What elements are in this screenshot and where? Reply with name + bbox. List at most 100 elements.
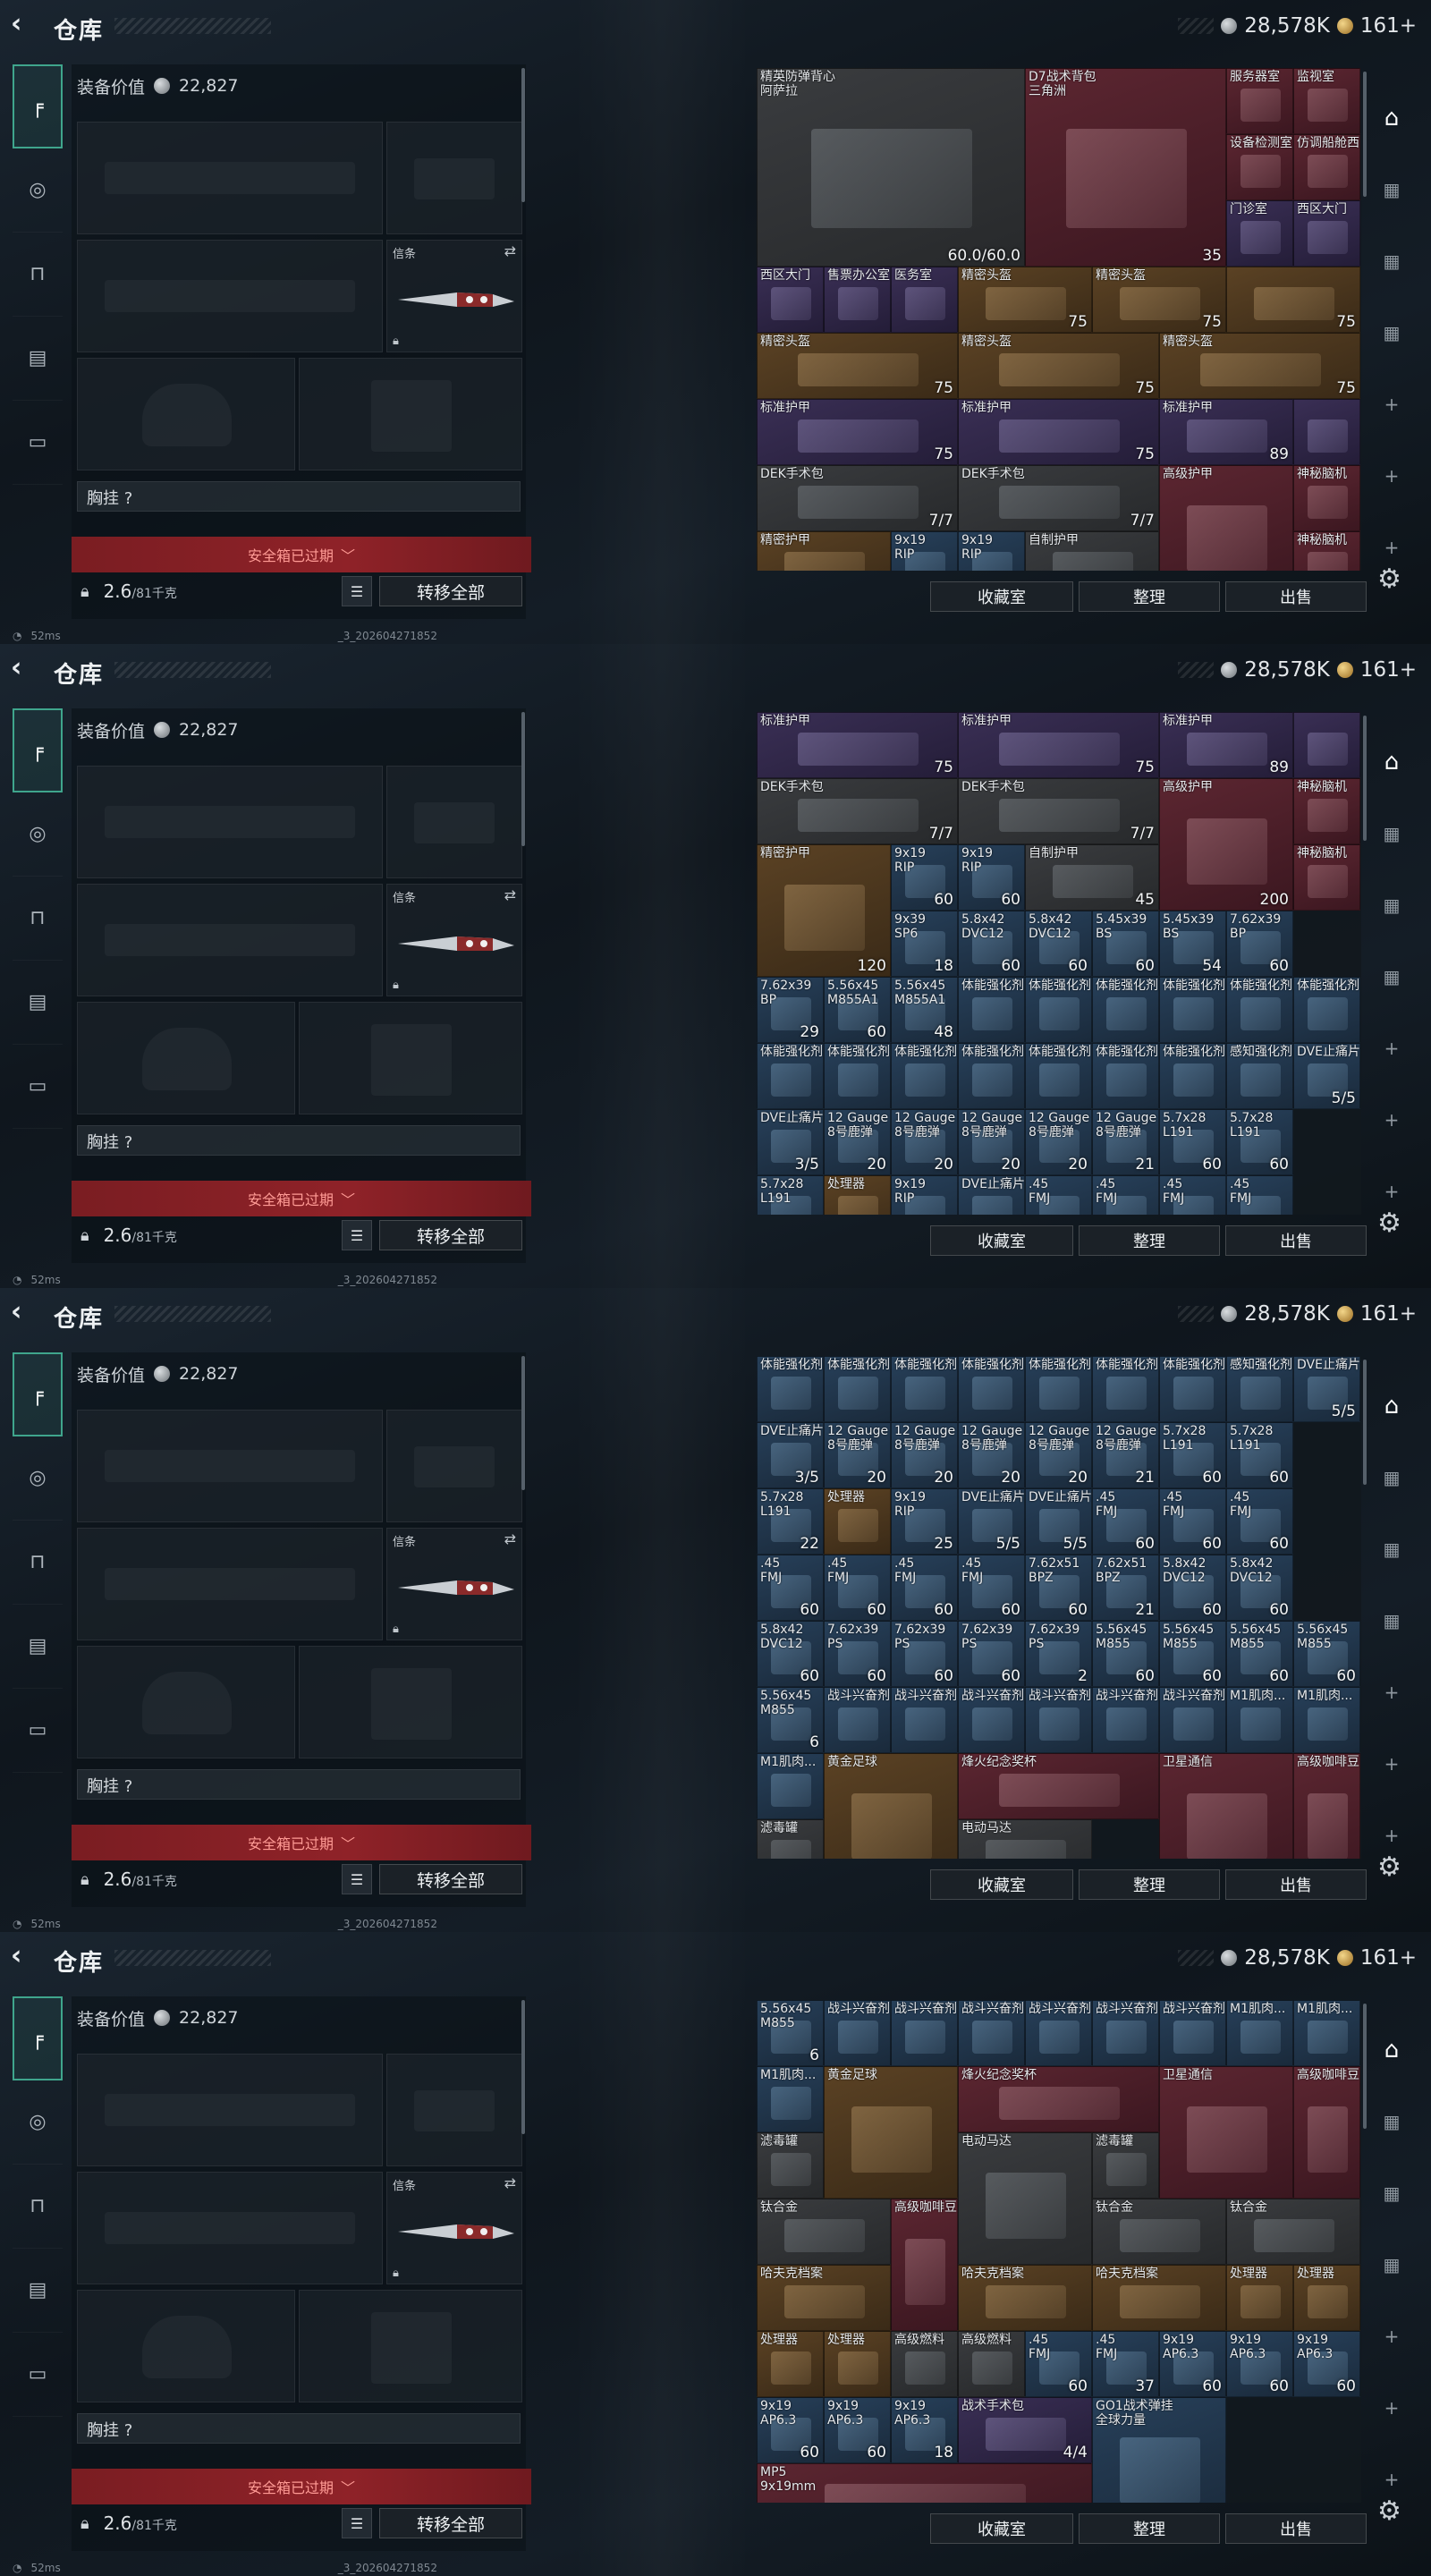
inventory-item[interactable]: 7.62x39 PS 60 bbox=[958, 1621, 1025, 1687]
inventory-item[interactable]: 体能强化剂 bbox=[1293, 977, 1360, 1043]
inventory-item[interactable]: 体能强化剂 bbox=[1092, 977, 1159, 1043]
storage-page-3-icon[interactable]: ▦ bbox=[1374, 869, 1410, 941]
inventory-item[interactable]: DVE止痛片 bbox=[958, 1175, 1025, 1215]
tab-briefcase[interactable]: ▭ bbox=[13, 2333, 63, 2417]
inventory-item[interactable]: 标准护甲 89 bbox=[1159, 712, 1293, 778]
sort-button[interactable]: 整理 bbox=[1079, 2513, 1220, 2544]
inventory-item[interactable]: 体能强化剂 bbox=[1092, 1043, 1159, 1109]
chest-rig-slot[interactable]: 胸挂 ? bbox=[77, 481, 521, 512]
tab-helmet[interactable]: ◎ bbox=[13, 1436, 63, 1521]
inventory-item[interactable]: 9x19 AP6.3 60 bbox=[1159, 2331, 1226, 2397]
inventory-item[interactable]: 神秘脑机 bbox=[1293, 465, 1360, 531]
storage-page-3-icon[interactable]: ▦ bbox=[1374, 2157, 1410, 2229]
inventory-item[interactable]: 5.8x42 DVC12 60 bbox=[1025, 911, 1092, 977]
inventory-item[interactable]: 售票办公室 bbox=[824, 267, 891, 333]
inventory-item[interactable]: 黄金足球 bbox=[824, 2066, 958, 2199]
inventory-item[interactable]: 5.7x28 L191 60 bbox=[1159, 1422, 1226, 1488]
inventory-item[interactable]: 精密头盔 75 bbox=[1159, 333, 1360, 399]
storage-page-3-icon[interactable]: ▦ bbox=[1374, 225, 1410, 297]
inventory-item[interactable]: 9x19 RIP 60 bbox=[958, 844, 1025, 911]
inventory-item[interactable]: M1肌肉... bbox=[1293, 1687, 1360, 1753]
melee-slot[interactable]: 信条 ⇄ 🔒︎ bbox=[386, 884, 522, 996]
tab-clipboard[interactable]: ▤ bbox=[13, 2249, 63, 2333]
tab-briefcase[interactable]: ▭ bbox=[13, 401, 63, 485]
inventory-item[interactable]: 钛合金 bbox=[757, 2199, 891, 2265]
inventory-item[interactable]: M1肌肉... bbox=[1226, 1687, 1293, 1753]
inventory-item[interactable]: 高级护甲 200 bbox=[1159, 778, 1293, 911]
inventory-item[interactable]: 9x19 RIP 60 bbox=[891, 844, 958, 911]
primary-weapon-slot[interactable] bbox=[77, 122, 383, 234]
storage-page-4-icon[interactable]: ▦ bbox=[1374, 297, 1410, 369]
tab-helmet[interactable]: ◎ bbox=[13, 792, 63, 877]
tab-helmet[interactable]: ◎ bbox=[13, 148, 63, 233]
inventory-item[interactable]: 体能强化剂 bbox=[757, 1356, 824, 1422]
inventory-item[interactable]: 战斗兴奋剂 bbox=[891, 1687, 958, 1753]
collection-room-button[interactable]: 收藏室 bbox=[930, 1869, 1073, 1900]
inventory-item[interactable]: 精密头盔 75 bbox=[958, 267, 1092, 333]
add-storage-icon[interactable]: + bbox=[1374, 1657, 1410, 1728]
inventory-item[interactable]: 服务器室 bbox=[1226, 68, 1293, 134]
primary-weapon-slot[interactable] bbox=[77, 1410, 383, 1522]
inventory-item[interactable]: MP5 9x19mm bbox=[757, 2463, 1092, 2503]
inventory-item[interactable]: 12 Gauge 8号鹿弹 20 bbox=[958, 1422, 1025, 1488]
inventory-item[interactable]: 感知强化剂 bbox=[1226, 1043, 1293, 1109]
pistol-slot[interactable] bbox=[386, 766, 522, 878]
inventory-item[interactable]: 烽火纪念奖杯 bbox=[958, 2066, 1159, 2132]
inventory-item[interactable]: 5.7x28 L191 60 bbox=[1226, 1422, 1293, 1488]
inventory-item[interactable]: 9x19 AP6.3 60 bbox=[824, 2397, 891, 2463]
chest-rig-slot[interactable]: 胸挂 ? bbox=[77, 2413, 521, 2444]
tab-briefcase[interactable]: ▭ bbox=[13, 1045, 63, 1129]
inventory-item[interactable]: 处理器 bbox=[824, 1175, 891, 1215]
add-storage-icon[interactable]: + bbox=[1374, 2301, 1410, 2372]
warehouse-scrollbar[interactable] bbox=[1363, 716, 1367, 841]
gear-icon[interactable]: ⚙ bbox=[1377, 2496, 1401, 2527]
sell-button[interactable]: 出售 bbox=[1225, 1225, 1367, 1256]
inventory-item[interactable]: GO1战术弹挂 全球力量 bbox=[1092, 2397, 1226, 2503]
inventory-item[interactable]: .45 FMJ 60 bbox=[1159, 1488, 1226, 1555]
add-storage-icon[interactable]: + bbox=[1374, 1084, 1410, 1156]
inventory-item[interactable]: 自制护甲 bbox=[1025, 531, 1159, 571]
inventory-item[interactable]: 体能强化剂 bbox=[958, 977, 1025, 1043]
inventory-item[interactable]: 12 Gauge 8号鹿弹 20 bbox=[891, 1109, 958, 1175]
melee-slot[interactable]: 信条 ⇄ 🔒︎ bbox=[386, 1528, 522, 1640]
storage-page-2-icon[interactable]: ▦ bbox=[1374, 2086, 1410, 2157]
helmet-slot[interactable] bbox=[77, 2290, 295, 2402]
inventory-item[interactable]: 9x19 RIP bbox=[958, 531, 1025, 571]
inventory-item[interactable]: 精密护甲 120 bbox=[757, 844, 891, 977]
inventory-item[interactable]: 滤毒罐 bbox=[757, 2132, 824, 2199]
chest-rig-slot[interactable]: 胸挂 ? bbox=[77, 1769, 521, 1800]
inventory-item[interactable]: 战斗兴奋剂 bbox=[891, 2000, 958, 2066]
gold-amount[interactable]: 161+ bbox=[1360, 14, 1417, 38]
inventory-item[interactable]: 高级护甲 bbox=[1159, 465, 1293, 571]
inventory-item[interactable]: 5.56x45 M855 6 bbox=[757, 1687, 824, 1753]
inventory-item[interactable]: 9x19 AP6.3 60 bbox=[1226, 2331, 1293, 2397]
transfer-all-button[interactable]: 转移全部 bbox=[379, 2508, 522, 2538]
collection-room-button[interactable]: 收藏室 bbox=[930, 1225, 1073, 1256]
inventory-item[interactable]: 滤毒罐 bbox=[757, 1819, 824, 1859]
inventory-item[interactable]: 自制护甲 45 bbox=[1025, 844, 1159, 911]
inventory-item[interactable]: DVE止痛片 5/5 bbox=[1293, 1356, 1360, 1422]
inventory-item[interactable]: M1肌肉... bbox=[1226, 2000, 1293, 2066]
inventory-item[interactable]: 体能强化剂 bbox=[958, 1356, 1025, 1422]
inventory-item[interactable]: 处理器 bbox=[757, 2331, 824, 2397]
pistol-slot[interactable] bbox=[386, 122, 522, 234]
inventory-item[interactable]: D7战术背包 三角洲 35 bbox=[1025, 68, 1226, 267]
inventory-item[interactable]: 12 Gauge 8号鹿弹 20 bbox=[824, 1109, 891, 1175]
tab-clipboard[interactable]: ▤ bbox=[13, 317, 63, 401]
inventory-item[interactable]: 处理器 bbox=[1226, 2265, 1293, 2331]
add-storage-icon[interactable]: + bbox=[1374, 1013, 1410, 1084]
secondary-weapon-slot[interactable] bbox=[77, 884, 383, 996]
inventory-item[interactable]: 9x19 AP6.3 60 bbox=[757, 2397, 824, 2463]
inventory-item[interactable]: 12 Gauge 8号鹿弹 20 bbox=[1025, 1422, 1092, 1488]
tab-helmet[interactable]: ◎ bbox=[13, 2080, 63, 2165]
safe-box-expired-banner[interactable]: 安全箱已过期 ﹀ bbox=[72, 2469, 531, 2504]
inventory-item[interactable]: 12 Gauge 8号鹿弹 21 bbox=[1092, 1109, 1159, 1175]
safe-box-expired-banner[interactable]: 安全箱已过期 ﹀ bbox=[72, 537, 531, 572]
inventory-item[interactable]: 战斗兴奋剂 bbox=[958, 2000, 1025, 2066]
inventory-item[interactable]: 75 bbox=[1226, 267, 1360, 333]
inventory-item[interactable]: 5.8x42 DVC12 60 bbox=[1226, 1555, 1293, 1621]
collection-room-button[interactable]: 收藏室 bbox=[930, 2513, 1073, 2544]
gear-icon[interactable]: ⚙ bbox=[1377, 564, 1401, 595]
swap-icon[interactable]: ⇄ bbox=[504, 1530, 516, 1547]
swap-icon[interactable]: ⇄ bbox=[504, 2174, 516, 2191]
